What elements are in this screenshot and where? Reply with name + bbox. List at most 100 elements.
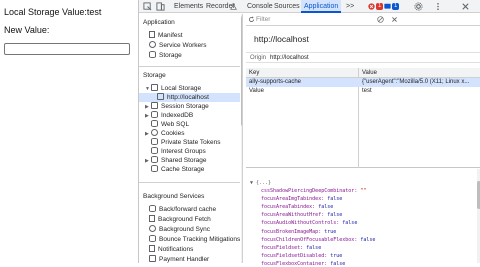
sidebar-item-service-workers[interactable]: Service Workers xyxy=(149,41,207,50)
origin-label: Origin xyxy=(250,55,267,61)
sidebar-item-label: Session Storage xyxy=(161,103,209,110)
storage-main-pane: Filter http://localhost Origin http://lo… xyxy=(246,14,480,267)
sidebar-divider xyxy=(139,182,240,183)
tab-elements[interactable]: Elements xyxy=(174,0,203,13)
more-options-icon[interactable] xyxy=(436,2,440,11)
tab-application[interactable]: Application xyxy=(301,0,342,13)
recorder-flask-icon xyxy=(230,3,237,10)
new-value-input[interactable] xyxy=(4,43,130,55)
database-icon xyxy=(151,120,158,127)
sidebar-item-local-storage-localhost[interactable]: http://localhost xyxy=(139,93,240,102)
card-icon xyxy=(149,255,156,262)
sidebar-scrollbar[interactable] xyxy=(241,14,242,263)
table-row[interactable]: ally-supports-cache {"userAgent":"Mozill… xyxy=(246,78,480,87)
origin-heading: http://localhost xyxy=(254,34,309,44)
property-key: focusAreaWithoutHref: xyxy=(261,212,328,219)
table-row[interactable]: Value test xyxy=(246,87,480,96)
refresh-icon[interactable] xyxy=(248,16,255,23)
sidebar-item-background-fetch[interactable]: Background Fetch xyxy=(149,215,211,224)
sidebar-item-label: Local Storage xyxy=(161,85,202,92)
sidebar-item-label: Storage xyxy=(159,52,182,59)
sidebar-item-back-forward-cache[interactable]: Back/forward cache xyxy=(149,205,216,214)
sidebar-item-label: Background Sync xyxy=(159,226,210,233)
tab-console[interactable]: Console xyxy=(247,0,273,13)
column-header-key[interactable]: Key xyxy=(246,68,358,78)
sidebar-item-local-storage[interactable]: ▼ Local Storage xyxy=(145,84,201,93)
property-value: false xyxy=(306,244,322,251)
property-key: focusAreaImgTabindex: xyxy=(261,196,328,203)
filter-toolbar: Filter xyxy=(246,14,480,26)
sidebar-item-cookies[interactable]: ▶ Cookies xyxy=(145,129,184,138)
clear-all-icon[interactable] xyxy=(377,16,384,23)
filter-input[interactable]: Filter xyxy=(256,16,356,24)
property-value: false xyxy=(330,260,346,267)
sidebar-item-label: Bounce Tracking Mitigations xyxy=(159,236,241,243)
sidebar-item-label: Notifications xyxy=(158,246,194,253)
error-count-badge[interactable]: 1 xyxy=(376,3,384,10)
sidebar-item-interest-groups[interactable]: Interest Groups xyxy=(151,147,206,156)
sidebar-heading-background-services: Background Services xyxy=(143,193,205,200)
property-key: focusFieldset: xyxy=(261,244,307,251)
sidebar-item-payment-handler[interactable]: Payment Handler xyxy=(149,255,209,263)
sidebar-item-background-sync[interactable]: Background Sync xyxy=(149,225,210,234)
inspect-element-icon[interactable] xyxy=(143,2,152,11)
sidebar-item-label: Payment Handler xyxy=(159,256,210,263)
sidebar-item-indexeddb[interactable]: ▶ IndexedDB xyxy=(145,111,193,120)
sidebar-item-manifest[interactable]: Manifest xyxy=(149,31,183,40)
property-key: cssShadowPiercingDeepCombinator: xyxy=(261,188,361,194)
preview-property-line: cssShadowPiercingDeepCombinator: "" xyxy=(261,188,366,194)
sidebar-item-web-sql[interactable]: Web SQL xyxy=(151,120,189,129)
webpage-content: Local Storage Value:test New Value: xyxy=(0,0,138,263)
sidebar-item-session-storage[interactable]: ▶ Session Storage xyxy=(145,102,209,111)
storage-table: Key Value ally-supports-cache {"userAgen… xyxy=(246,68,480,168)
property-key: focusFieldsetDisabled: xyxy=(261,252,331,259)
sidebar-heading-storage: Storage xyxy=(143,72,166,79)
sidebar-item-label: Web SQL xyxy=(161,121,190,128)
sidebar-heading-application: Application xyxy=(143,19,175,26)
delete-selected-icon[interactable] xyxy=(391,16,398,23)
preview-property-line: focusBrokenImageMap: true xyxy=(261,229,336,235)
sidebar-item-label: Interest Groups xyxy=(161,148,206,155)
sidebar-item-private-state-tokens[interactable]: Private State Tokens xyxy=(151,138,221,147)
new-value-label: New Value: xyxy=(4,25,50,35)
sidebar-item-bounce-tracking[interactable]: Bounce Tracking Mitigations xyxy=(149,235,240,244)
table-cell-value: test xyxy=(362,88,372,94)
property-value: false xyxy=(342,220,358,227)
preview-property-line: focusChildrenOfFocusableFlexbox: false xyxy=(261,237,375,243)
preview-property-line: focusAreaWithoutHref: false xyxy=(261,212,342,218)
sidebar-item-label: Manifest xyxy=(158,32,183,39)
preview-property-line: focusFlexboxContainer: false xyxy=(261,261,345,267)
more-tabs-button[interactable]: >> xyxy=(346,0,354,13)
fetch-arrows-icon xyxy=(149,215,155,222)
property-key: focusChildrenOfFocusableFlexbox: xyxy=(261,236,361,243)
preview-property-line: focusFieldset: false xyxy=(261,245,321,251)
info-count-badge[interactable]: 1 xyxy=(392,3,400,10)
sidebar-item-cache-storage[interactable]: Cache Storage xyxy=(151,165,204,174)
device-toolbar-icon[interactable] xyxy=(156,2,165,11)
table-grid-icon xyxy=(151,84,158,91)
tab-sources[interactable]: Sources xyxy=(274,0,300,13)
column-header-value[interactable]: Value xyxy=(359,68,480,78)
application-sidebar: Application Manifest Service Workers Sto… xyxy=(139,14,243,263)
manifest-file-icon xyxy=(149,31,155,38)
sidebar-item-label: Shared Storage xyxy=(161,157,207,164)
database-icon xyxy=(149,235,156,242)
sidebar-item-storage[interactable]: Storage xyxy=(149,51,182,60)
close-devtools-icon[interactable] xyxy=(461,2,470,11)
sidebar-item-shared-storage[interactable]: ▶ Shared Storage xyxy=(145,156,207,165)
database-icon xyxy=(151,111,158,118)
sidebar-item-label: Cache Storage xyxy=(161,166,205,173)
sidebar-scroll-thumb[interactable] xyxy=(241,16,242,126)
settings-gear-icon[interactable] xyxy=(414,2,423,11)
origin-value: http://localhost xyxy=(270,55,309,61)
devtools-panel: Elements Recorder Console Sources Applic… xyxy=(138,0,480,267)
sidebar-item-notifications[interactable]: Notifications xyxy=(149,245,193,254)
database-icon xyxy=(151,147,158,154)
table-cell-value: {"userAgent":"Mozilla/5.0 (X11; Linux x.… xyxy=(362,79,470,85)
preview-root-object[interactable]: ▼ {...} xyxy=(250,180,271,186)
sidebar-item-label: Back/forward cache xyxy=(159,206,217,213)
property-value: false xyxy=(327,212,343,219)
table-grid-icon xyxy=(151,102,158,109)
database-icon xyxy=(151,165,158,172)
property-value: "" xyxy=(360,188,367,194)
